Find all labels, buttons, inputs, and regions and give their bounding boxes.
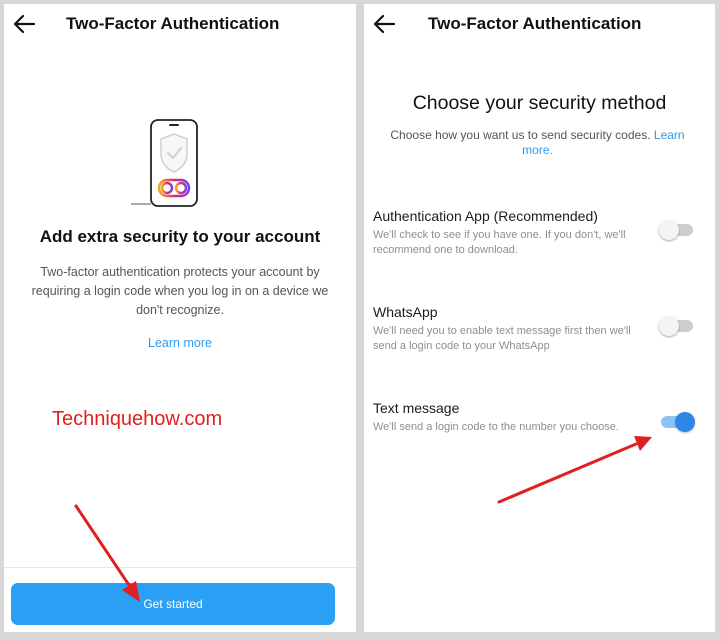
top-bar: Two-Factor Authentication [364, 4, 715, 44]
toggle-knob [659, 316, 679, 336]
subtitle-text: Choose how you want us to send security … [378, 128, 697, 158]
watermark-text: Techniquehow.com [52, 408, 223, 430]
section-heading: Choose your security method [412, 92, 667, 114]
arrow-left-icon[interactable] [10, 12, 38, 36]
text-message-toggle[interactable] [659, 412, 695, 432]
toggle-knob [659, 220, 679, 240]
option-title: Text message [373, 400, 460, 416]
option-title: WhatsApp [373, 304, 438, 320]
phone-shield-check-icon [131, 119, 198, 207]
toggle-knob [675, 412, 695, 432]
left-screen: Two-Factor Authentication Add extra secu… [4, 4, 356, 632]
learn-more-link[interactable]: Learn more [4, 336, 356, 350]
authentication-app-toggle[interactable] [659, 220, 695, 240]
option-description: We'll need you to enable text message fi… [373, 325, 631, 352]
option-title: Authentication App (Recommended) [373, 208, 598, 224]
option-authentication-app[interactable]: Authentication App (Recommended) We'll c… [373, 208, 703, 262]
option-description: We'll send a login code to the number yo… [373, 421, 619, 433]
divider [4, 567, 356, 568]
option-whatsapp[interactable]: WhatsApp We'll need you to enable text m… [373, 304, 703, 358]
description-text: Two-factor authentication protects your … [31, 265, 329, 317]
right-screen: Two-Factor Authentication Choose your se… [364, 4, 715, 632]
whatsapp-toggle[interactable] [659, 316, 695, 336]
subtitle-label: Choose how you want us to send security … [390, 128, 651, 142]
page-title: Two-Factor Authentication [66, 14, 280, 33]
page-title: Two-Factor Authentication [428, 14, 642, 33]
option-description: We'll check to see if you have one. If y… [373, 229, 626, 256]
get-started-button[interactable]: Get started [11, 583, 335, 625]
arrow-left-icon[interactable] [370, 12, 398, 36]
section-heading: Add extra security to your account [39, 227, 321, 246]
option-text-message[interactable]: Text message We'll send a login code to … [373, 400, 703, 454]
top-bar: Two-Factor Authentication [4, 4, 356, 44]
